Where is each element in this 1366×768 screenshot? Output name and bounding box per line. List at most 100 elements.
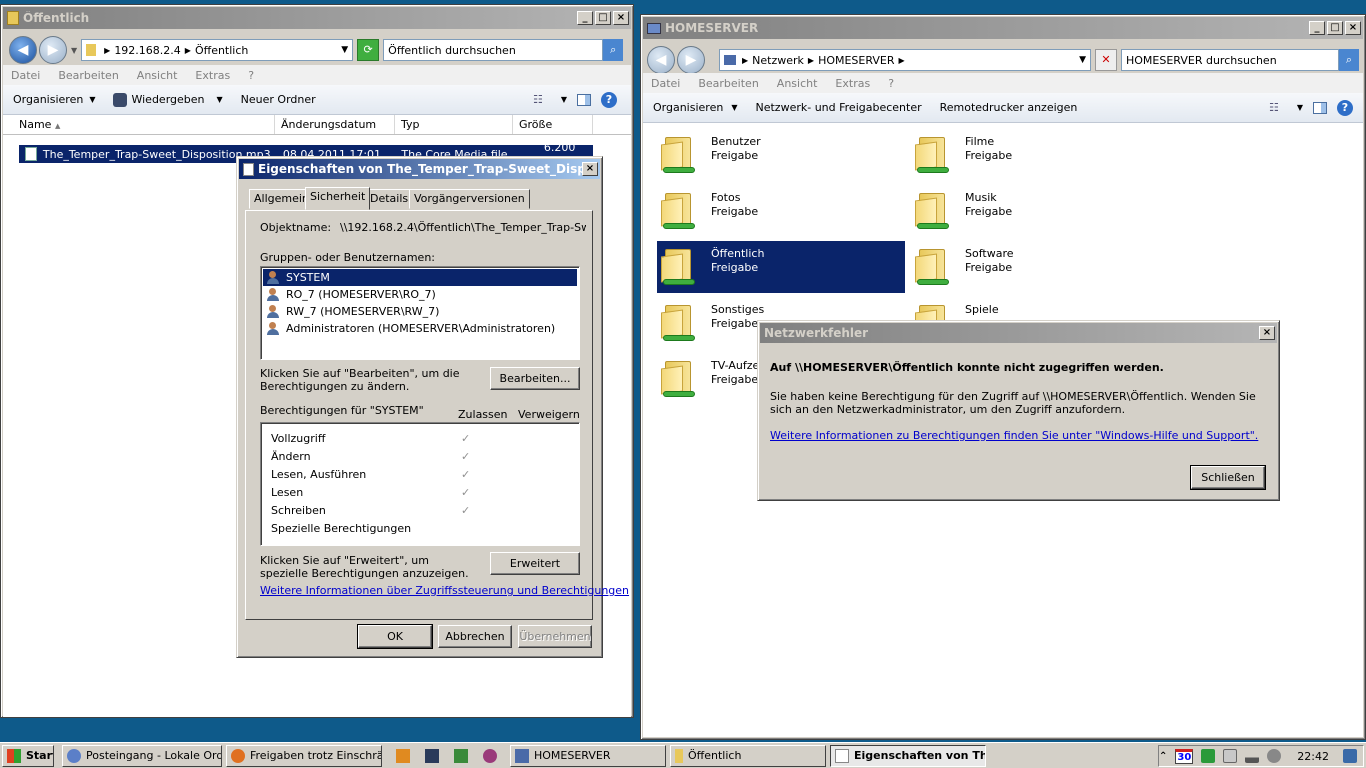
edit-button[interactable]: Bearbeiten... xyxy=(490,367,580,390)
more-info-link[interactable]: Weitere Informationen über Zugriffssteue… xyxy=(260,584,629,597)
error-titlebar[interactable]: Netzwerkfehler × xyxy=(760,323,1277,343)
tab-details[interactable]: Details xyxy=(365,189,414,209)
close-button[interactable]: × xyxy=(582,162,598,176)
quicklaunch-icon[interactable] xyxy=(425,748,439,763)
minimize-button[interactable]: _ xyxy=(1309,21,1325,35)
back-button[interactable]: ◀ xyxy=(9,36,37,64)
left-address-bar[interactable]: ▶ 192.168.2.4 ▶ Öffentlich ▼ xyxy=(81,39,354,61)
preview-pane-button[interactable] xyxy=(577,93,591,106)
quicklaunch-icon[interactable] xyxy=(483,748,497,763)
share-item[interactable]: Benutzer Freigabe xyxy=(657,129,905,181)
close-button[interactable]: × xyxy=(1345,21,1361,35)
show-desktop-icon[interactable] xyxy=(1343,749,1357,763)
menu-file[interactable]: Datei xyxy=(651,77,680,90)
permission-name: Vollzugriff xyxy=(271,431,326,445)
stop-button[interactable]: ✕ xyxy=(1095,49,1117,71)
organize-button[interactable]: Organisieren ▼ xyxy=(653,101,737,114)
play-button[interactable]: Wiedergeben ▼ xyxy=(113,92,223,107)
forward-button[interactable]: ▶ xyxy=(677,46,705,74)
address-segment[interactable]: Netzwerk xyxy=(752,54,804,67)
menu-edit[interactable]: Bearbeiten xyxy=(58,69,118,82)
taskbar-item-browser[interactable]: Freigaben trotz Einschrä... xyxy=(226,744,382,767)
new-folder-button[interactable]: Neuer Ordner xyxy=(241,93,316,106)
share-item[interactable]: Software Freigabe xyxy=(911,241,1159,293)
left-window-titlebar[interactable]: Öffentlich _ □ × xyxy=(3,7,631,29)
menu-help[interactable]: ? xyxy=(888,77,894,90)
back-button[interactable]: ◀ xyxy=(647,46,675,74)
close-dialog-button[interactable]: Schließen xyxy=(1190,465,1266,490)
group-item-administrators[interactable]: Administratoren (HOMESERVER\Administrato… xyxy=(263,320,577,337)
address-segment[interactable]: HOMESERVER xyxy=(818,54,894,67)
left-search-input[interactable]: Öffentlich durchsuchen xyxy=(383,39,604,61)
maximize-button[interactable]: □ xyxy=(595,11,611,25)
quicklaunch-icon[interactable] xyxy=(396,748,410,763)
address-dropdown-icon[interactable]: ▼ xyxy=(1079,55,1086,65)
tab-security[interactable]: Sicherheit xyxy=(305,187,371,210)
forward-button[interactable]: ▶ xyxy=(39,36,67,64)
view-options-button[interactable]: ☷ ▼ xyxy=(1269,101,1303,114)
organize-button[interactable]: Organisieren ▼ xyxy=(13,93,95,106)
quicklaunch-icon[interactable] xyxy=(454,748,468,763)
right-window-titlebar[interactable]: HOMESERVER _ □ × xyxy=(643,17,1363,39)
share-item[interactable]: Fotos Freigabe xyxy=(657,185,905,237)
taskbar-item-properties[interactable]: Eigenschaften von Th... xyxy=(830,744,986,767)
menu-help[interactable]: ? xyxy=(248,69,254,82)
menu-view[interactable]: Ansicht xyxy=(137,69,178,82)
help-button[interactable]: ? xyxy=(1337,99,1353,116)
apply-button[interactable]: Übernehmen xyxy=(518,625,592,648)
column-date[interactable]: Änderungsdatum xyxy=(275,115,395,134)
close-button[interactable]: × xyxy=(1259,326,1275,340)
close-button[interactable]: × xyxy=(613,11,629,25)
taskbar-item-mail[interactable]: Posteingang - Lokale Ord... xyxy=(62,744,222,767)
calendar-icon[interactable]: 30 xyxy=(1175,748,1194,764)
security-icon[interactable] xyxy=(1201,749,1216,763)
right-address-bar[interactable]: ▶ Netzwerk ▶ HOMESERVER ▶ ▼ xyxy=(719,49,1091,71)
menu-tools[interactable]: Extras xyxy=(835,77,870,90)
group-item-rw7[interactable]: RW_7 (HOMESERVER\RW_7) xyxy=(263,303,577,320)
column-size[interactable]: Größe xyxy=(513,115,593,134)
refresh-button[interactable]: ⟳ xyxy=(357,39,380,61)
address-segment[interactable]: 192.168.2.4 xyxy=(114,44,180,57)
menu-view[interactable]: Ansicht xyxy=(777,77,818,90)
right-search-input[interactable]: HOMESERVER durchsuchen xyxy=(1121,49,1339,71)
search-button[interactable]: ⌕ xyxy=(1339,49,1359,71)
taskbar-item-homeserver[interactable]: HOMESERVER xyxy=(510,744,666,767)
help-button[interactable]: ? xyxy=(601,91,617,108)
clipboard-icon[interactable] xyxy=(1223,749,1238,763)
tray-expand-icon[interactable]: ⌃ xyxy=(1159,751,1167,762)
properties-titlebar[interactable]: Eigenschaften von The_Temper_Trap-Sweet_… xyxy=(239,159,600,179)
clock[interactable]: 22:42 xyxy=(1297,750,1329,763)
menu-file[interactable]: Datei xyxy=(11,69,40,82)
start-button[interactable]: Start xyxy=(2,744,54,767)
groups-list[interactable]: SYSTEM RO_7 (HOMESERVER\RO_7) RW_7 (HOME… xyxy=(260,266,580,360)
minimize-button[interactable]: _ xyxy=(577,11,593,25)
history-dropdown-icon[interactable]: ▼ xyxy=(71,46,77,55)
preview-pane-button[interactable] xyxy=(1313,101,1327,114)
network-center-button[interactable]: Netzwerk- und Freigabecenter xyxy=(755,101,921,114)
cancel-button[interactable]: Abbrechen xyxy=(438,625,512,648)
share-item[interactable]: Filme Freigabe xyxy=(911,129,1159,181)
volume-muted-icon[interactable] xyxy=(1267,749,1282,763)
address-dropdown-icon[interactable]: ▼ xyxy=(341,45,348,55)
column-name[interactable]: Name ▲ xyxy=(3,115,275,134)
view-options-button[interactable]: ☷ ▼ xyxy=(533,93,567,106)
group-item-system[interactable]: SYSTEM xyxy=(263,269,577,286)
menu-edit[interactable]: Bearbeiten xyxy=(698,77,758,90)
column-type[interactable]: Typ xyxy=(395,115,513,134)
remote-printers-button[interactable]: Remotedrucker anzeigen xyxy=(940,101,1078,114)
search-button[interactable]: ⌕ xyxy=(603,39,624,61)
taskbar-label: Posteingang - Lokale Ord... xyxy=(86,749,222,762)
permissions-list[interactable]: Vollzugriff ✓ Ändern ✓ Lesen, Ausführen ✓ Lese… xyxy=(260,422,580,546)
tab-previous-versions[interactable]: Vorgängerversionen xyxy=(409,189,530,209)
share-item[interactable]: Musik Freigabe xyxy=(911,185,1159,237)
share-item[interactable]: Öffentlich Freigabe xyxy=(657,241,905,293)
group-item-ro7[interactable]: RO_7 (HOMESERVER\RO_7) xyxy=(263,286,577,303)
maximize-button[interactable]: □ xyxy=(1327,21,1343,35)
ok-button[interactable]: OK xyxy=(357,624,433,649)
signal-icon[interactable] xyxy=(1245,749,1260,763)
help-support-link[interactable]: Weitere Informationen zu Berechtigungen … xyxy=(770,429,1258,442)
advanced-button[interactable]: Erweitert xyxy=(490,552,580,575)
address-segment[interactable]: Öffentlich xyxy=(195,44,248,57)
menu-tools[interactable]: Extras xyxy=(195,69,230,82)
taskbar-item-oeffentlich[interactable]: Öffentlich xyxy=(670,744,826,767)
